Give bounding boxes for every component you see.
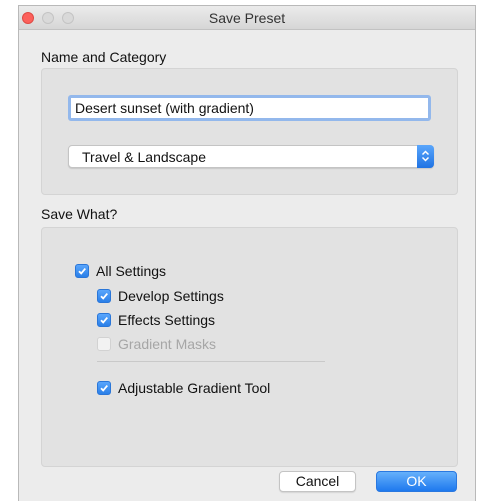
develop-settings-label: Develop Settings (118, 288, 224, 304)
checkmark-icon (97, 381, 111, 395)
window-title: Save Preset (208, 10, 286, 26)
checkbox-empty-icon (97, 337, 111, 351)
preset-name-input[interactable] (68, 95, 431, 121)
checkmark-icon (97, 289, 111, 303)
updown-arrows-icon (417, 145, 434, 168)
effects-settings-label: Effects Settings (118, 312, 216, 328)
save-preset-dialog: Save Preset Name and Category Travel & L… (18, 5, 476, 501)
cancel-button[interactable]: Cancel (279, 471, 356, 492)
checkmark-icon (75, 264, 89, 278)
category-select-value: Travel & Landscape (82, 149, 206, 165)
title-bar[interactable]: Save Preset (19, 6, 475, 30)
name-category-section-label: Name and Category (41, 49, 167, 65)
separator (97, 361, 325, 362)
all-settings-label: All Settings (96, 263, 167, 279)
checkmark-icon (97, 313, 111, 327)
gradient-masks-label: Gradient Masks (118, 336, 217, 352)
adjustable-gradient-tool-label: Adjustable Gradient Tool (118, 380, 271, 396)
name-category-panel (41, 68, 458, 195)
ok-button[interactable]: OK (376, 471, 457, 492)
save-what-section-label: Save What? (41, 206, 118, 222)
category-select[interactable]: Travel & Landscape (68, 145, 434, 168)
